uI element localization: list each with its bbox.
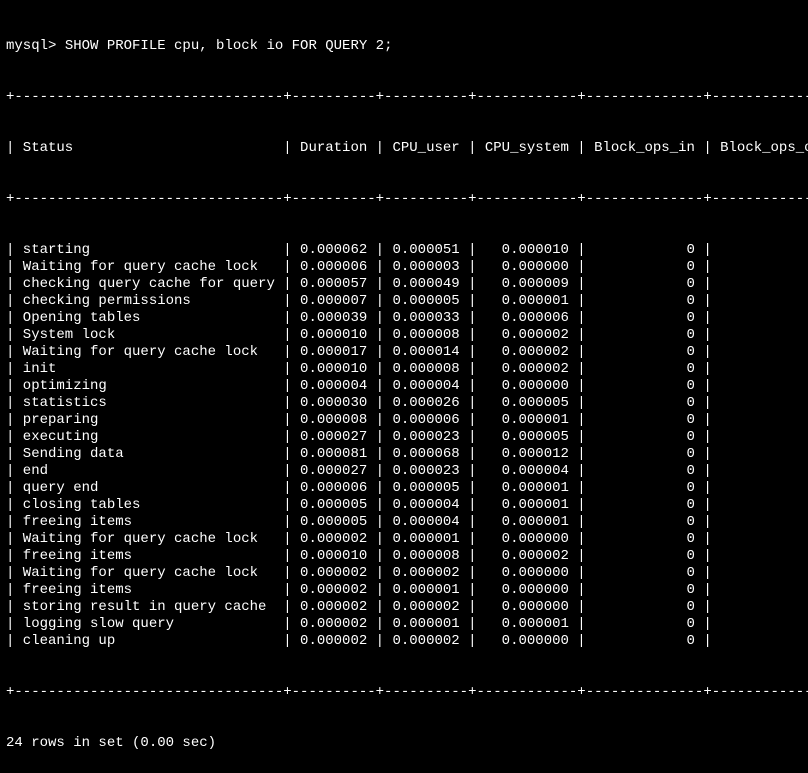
table-row: | starting | 0.000062 | 0.000051 | 0.000… xyxy=(6,242,802,259)
table-row: | Waiting for query cache lock | 0.00000… xyxy=(6,531,802,548)
terminal[interactable]: mysql> SHOW PROFILE cpu, block io FOR QU… xyxy=(0,0,808,773)
table-row: | Sending data | 0.000081 | 0.000068 | 0… xyxy=(6,446,802,463)
table-row: | Waiting for query cache lock | 0.00000… xyxy=(6,259,802,276)
table-bottom-border: +--------------------------------+------… xyxy=(6,684,802,701)
table-row: | closing tables | 0.000005 | 0.000004 |… xyxy=(6,497,802,514)
table-row: | query end | 0.000006 | 0.000005 | 0.00… xyxy=(6,480,802,497)
command-line: mysql> SHOW PROFILE cpu, block io FOR QU… xyxy=(6,38,802,55)
table-row: | freeing items | 0.000002 | 0.000001 | … xyxy=(6,582,802,599)
table-row: | executing | 0.000027 | 0.000023 | 0.00… xyxy=(6,429,802,446)
table-top-border: +--------------------------------+------… xyxy=(6,89,802,106)
result-footer: 24 rows in set (0.00 sec) xyxy=(6,735,802,752)
table-row: | checking permissions | 0.000007 | 0.00… xyxy=(6,293,802,310)
table-row: | System lock | 0.000010 | 0.000008 | 0.… xyxy=(6,327,802,344)
table-header-divider: +--------------------------------+------… xyxy=(6,191,802,208)
sql-command: SHOW PROFILE cpu, block io FOR QUERY 2; xyxy=(65,38,393,54)
table-row: | init | 0.000010 | 0.000008 | 0.000002 … xyxy=(6,361,802,378)
table-row: | end | 0.000027 | 0.000023 | 0.000004 |… xyxy=(6,463,802,480)
table-row: | Waiting for query cache lock | 0.00000… xyxy=(6,565,802,582)
table-row: | statistics | 0.000030 | 0.000026 | 0.0… xyxy=(6,395,802,412)
table-row: | Opening tables | 0.000039 | 0.000033 |… xyxy=(6,310,802,327)
prompt: mysql> xyxy=(6,38,65,54)
table-row: | checking query cache for query | 0.000… xyxy=(6,276,802,293)
table-row: | logging slow query | 0.000002 | 0.0000… xyxy=(6,616,802,633)
table-row: | freeing items | 0.000005 | 0.000004 | … xyxy=(6,514,802,531)
table-row: | preparing | 0.000008 | 0.000006 | 0.00… xyxy=(6,412,802,429)
table-row: | Waiting for query cache lock | 0.00001… xyxy=(6,344,802,361)
table-row: | freeing items | 0.000010 | 0.000008 | … xyxy=(6,548,802,565)
table-header-row: | Status | Duration | CPU_user | CPU_sys… xyxy=(6,140,802,157)
table-row: | optimizing | 0.000004 | 0.000004 | 0.0… xyxy=(6,378,802,395)
table-row: | cleaning up | 0.000002 | 0.000002 | 0.… xyxy=(6,633,802,650)
table-row: | storing result in query cache | 0.0000… xyxy=(6,599,802,616)
